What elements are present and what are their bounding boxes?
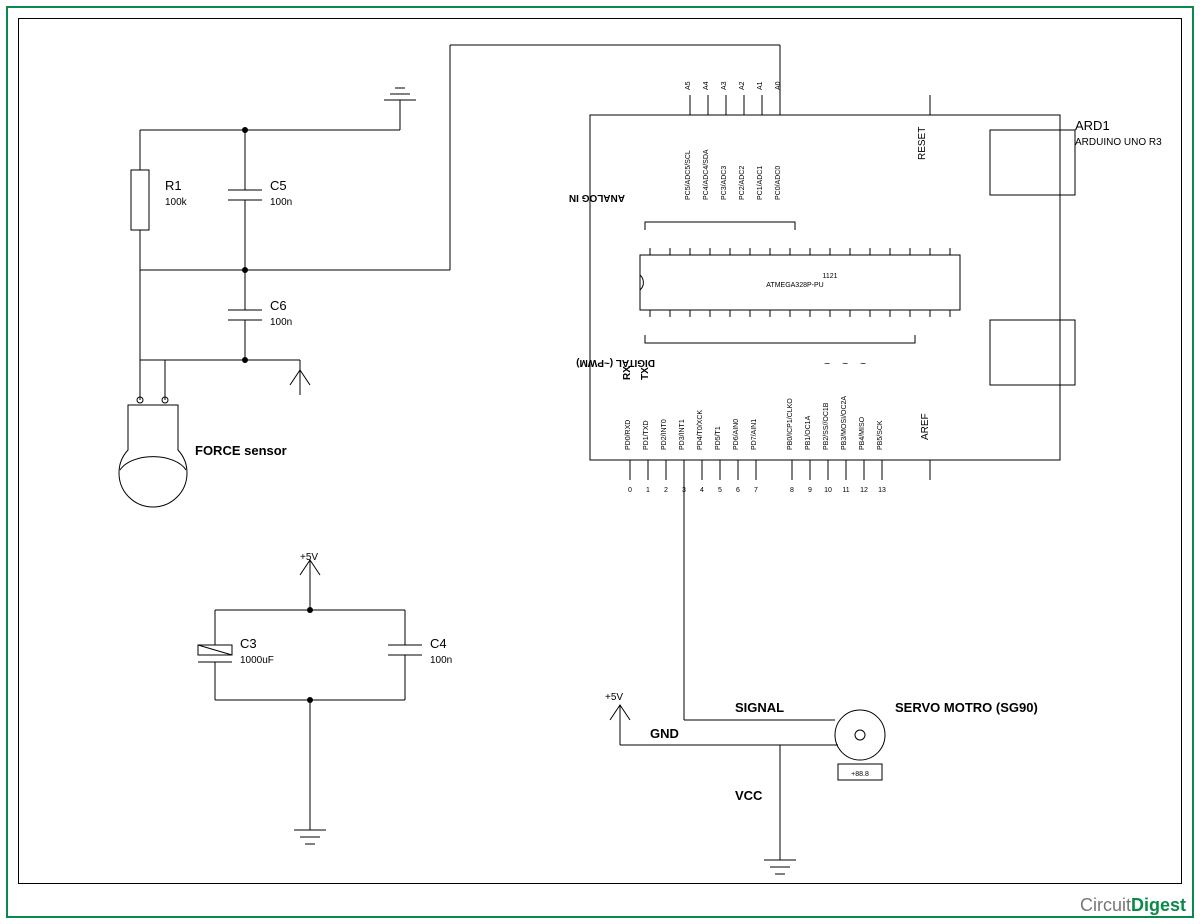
ground-symbol-c — [764, 860, 796, 874]
junction — [242, 127, 248, 133]
capacitor-c6 — [228, 270, 262, 360]
chip-sub: 1121 — [822, 273, 837, 280]
aref-label: AREF — [920, 413, 931, 440]
watermark-right: Digest — [1131, 895, 1186, 915]
d12: 12 — [860, 487, 868, 494]
pd4: PD4/T0/XCK — [697, 410, 704, 450]
d11: 11 — [842, 487, 849, 494]
d10: 10 — [824, 487, 832, 494]
junction — [242, 357, 248, 363]
junction — [307, 607, 313, 613]
pc2: PC2/ADC2 — [739, 166, 746, 200]
c3-ref: C3 — [240, 636, 257, 651]
supply-arrow-5v-a — [300, 560, 320, 610]
watermark-left: Circuit — [1080, 895, 1131, 915]
a2: A2 — [739, 81, 746, 90]
pb3: PB3/MOSI/OC2A — [841, 396, 848, 450]
supply-arrow — [290, 360, 310, 395]
d4: 4 — [700, 487, 704, 494]
a5: A5 — [685, 81, 692, 90]
c6-ref: C6 — [270, 298, 287, 313]
ard-ref: ARD1 — [1075, 118, 1110, 133]
pd1: PD1/TXD — [643, 420, 650, 450]
tx-label: TX — [640, 367, 651, 380]
digital-pwm-label: DIGITAL (~PWM) — [576, 357, 655, 368]
pd5: PD5/T1 — [715, 426, 722, 450]
digital-pins — [630, 460, 882, 480]
d2: 2 — [664, 487, 668, 494]
pb4: PB4/MISO — [859, 416, 866, 450]
force-sensor — [119, 405, 187, 507]
capacitor-c3 — [198, 610, 232, 700]
pd2: PD2/INT0 — [661, 419, 668, 450]
d8: 8 — [790, 487, 794, 494]
a4: A4 — [703, 81, 710, 90]
signal-label: SIGNAL — [735, 700, 784, 715]
d0: 0 — [628, 487, 632, 494]
a1: A1 — [757, 81, 764, 90]
pd0: PD0/RXD — [625, 420, 632, 450]
ard-part: ARDUINO UNO R3 — [1075, 137, 1162, 148]
schematic-frame: R1 100k C5 100n C6 100n — [0, 0, 1200, 924]
pb0: PB0/ICP1/CLKO — [787, 398, 794, 450]
pd6: PD6/AIN0 — [733, 419, 740, 450]
c4-value: 100n — [430, 655, 452, 666]
analog-in-label: ANALOG IN — [569, 192, 625, 203]
reset-label: RESET — [917, 127, 928, 160]
pc1: PC1/ADC1 — [757, 166, 764, 200]
gnd-label: GND — [650, 726, 679, 741]
pb5: PB5/SCK — [877, 420, 884, 450]
ground-symbol-b — [294, 830, 326, 844]
pb2: PB2/SS//OC1B — [823, 402, 830, 450]
d13: 13 — [878, 487, 886, 494]
servo-vcc-wire — [780, 745, 835, 860]
d1: 1 — [646, 487, 650, 494]
analog-pins — [690, 95, 780, 115]
pc4: PC4/ADC4/SDA — [703, 149, 710, 200]
servo-label: SERVO MOTRO (SG90) — [895, 700, 1038, 715]
pd3: PD3/INT1 — [679, 419, 686, 450]
servo-reading: +88.8 — [851, 771, 869, 778]
pc3: PC3/ADC3 — [721, 166, 728, 200]
resistor-r1 — [131, 130, 149, 270]
pc0: PC0/ADC0 — [775, 166, 782, 200]
tilde: ~ — [842, 357, 848, 368]
r1-value: 100k — [165, 197, 188, 208]
tilde: ~ — [860, 357, 866, 368]
c5-value: 100n — [270, 197, 292, 208]
r1-ref: R1 — [165, 178, 182, 193]
pb1: PB1/OC1A — [805, 415, 812, 450]
a3: A3 — [721, 81, 728, 90]
c4-ref: C4 — [430, 636, 447, 651]
arduino-block — [590, 115, 1075, 460]
c6-value: 100n — [270, 317, 292, 328]
capacitor-c5 — [228, 130, 262, 270]
vcc-label: VCC — [735, 788, 763, 803]
pd7: PD7/AIN1 — [751, 419, 758, 450]
capacitor-c4 — [388, 610, 422, 700]
watermark: CircuitDigest — [1080, 895, 1186, 916]
d5: 5 — [718, 487, 722, 494]
pc5: PC5/ADC5/SCL — [685, 150, 692, 200]
plus5v-label-b: +5V — [605, 692, 623, 703]
c5-ref: C5 — [270, 178, 287, 193]
d7: 7 — [754, 487, 758, 494]
a0: A0 — [775, 81, 782, 90]
c3-value: 1000uF — [240, 655, 274, 666]
servo-motor — [835, 710, 885, 780]
ground-symbol — [384, 88, 416, 100]
schematic-svg: R1 100k C5 100n C6 100n — [0, 0, 1200, 924]
tilde: ~ — [824, 357, 830, 368]
d6: 6 — [736, 487, 740, 494]
d9: 9 — [808, 487, 812, 494]
rx-label: RX — [622, 366, 633, 380]
chip-main: ATMEGA328P-PU — [766, 282, 823, 289]
force-sensor-label: FORCE sensor — [195, 443, 287, 458]
supply-arrow-5v-b — [610, 705, 640, 745]
